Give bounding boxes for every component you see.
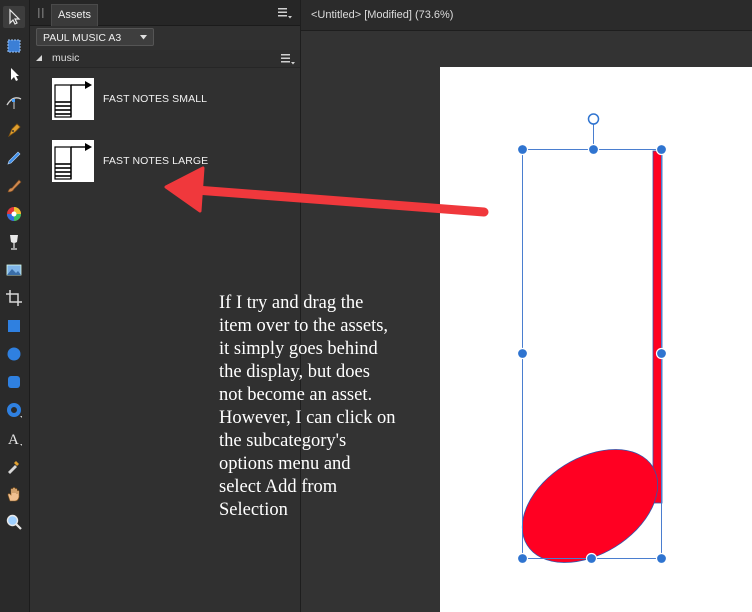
asset-thumbnail [52,140,94,182]
document-title[interactable]: <Untitled> [Modified] (73.6%) [311,9,453,21]
asset-label: FAST NOTES LARGE [103,155,209,167]
panel-tab-bar: Assets [30,0,300,26]
rectangle-tool-icon[interactable] [3,315,25,337]
asset-thumbnail [52,78,94,120]
annotation-line: options menu and [219,454,351,474]
place-image-icon[interactable] [3,259,25,281]
annotation-line: However, I can click on [219,408,396,428]
annotation-line: Selection [219,500,288,520]
annotation-line: item over to the assets, [219,316,389,336]
annotation-line: If I try and drag the [219,293,364,313]
brush-tool-icon[interactable] [3,175,25,197]
corner-tool-icon[interactable] [3,91,25,113]
tab-assets[interactable]: Assets [51,4,99,26]
color-picker-icon[interactable] [3,203,25,225]
tools-toolbar: A [0,0,30,612]
annotation-line: not become an asset. [219,385,373,405]
text-tool-icon[interactable]: A [3,427,25,449]
category-value: PAUL MUSIC A3 [43,32,122,44]
crop-tool-icon[interactable] [3,287,25,309]
subcategory-options-menu-icon[interactable] [281,53,295,65]
grip-icon[interactable] [38,8,44,18]
eyedropper-tool-icon[interactable] [3,455,25,477]
document-tab-bar: <Untitled> [Modified] (73.6%) [301,0,752,31]
annotation-line: the display, but does [219,362,370,382]
subcategory-header[interactable]: music [30,50,300,68]
annotation-text: If I try and drag the item over to the a… [219,292,429,522]
ellipse-tool-icon[interactable] [3,343,25,365]
hand-tool-icon[interactable] [3,483,25,505]
expand-triangle-icon[interactable] [36,55,42,61]
pencil-tool-icon[interactable] [3,147,25,169]
node-tool-icon[interactable] [3,63,25,85]
asset-label: FAST NOTES SMALL [103,93,208,105]
artboard[interactable] [440,67,752,612]
zoom-tool-icon[interactable] [3,511,25,533]
asset-item[interactable]: FAST NOTES SMALL [52,78,292,122]
annotation-line: select Add from [219,477,338,497]
artboard-tool-icon[interactable] [3,35,25,57]
rounded-rectangle-tool-icon[interactable] [3,371,25,393]
annotation-line: the subcategory's [219,431,347,451]
category-dropdown[interactable]: PAUL MUSIC A3 [36,28,154,46]
chevron-down-icon [140,35,147,40]
donut-tool-icon[interactable] [3,399,25,421]
svg-text:A: A [8,432,19,447]
asset-item[interactable]: FAST NOTES LARGE [52,140,292,184]
subcategory-label: music [52,52,80,64]
move-tool-icon[interactable] [3,6,25,28]
pen-tool-icon[interactable] [3,119,25,141]
annotation-line: it simply goes behind [219,339,378,359]
fill-tool-icon[interactable] [3,231,25,253]
panel-menu-icon[interactable] [278,7,292,19]
